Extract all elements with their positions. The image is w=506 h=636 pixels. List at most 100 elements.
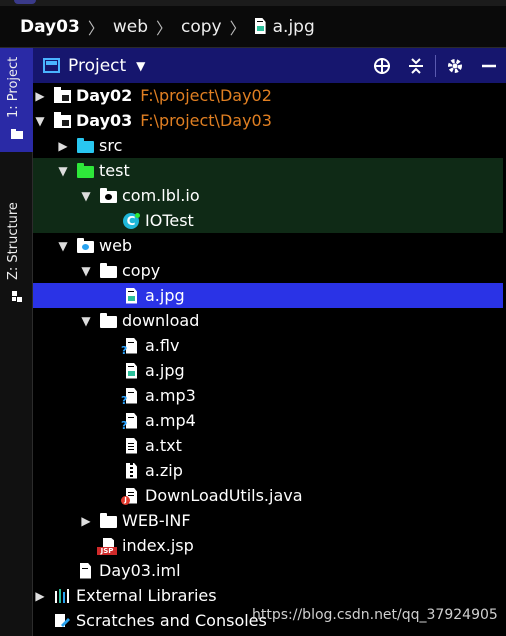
tree-row-download-a-jpg[interactable]: a.jpg (33, 358, 503, 383)
caret-down-icon: ▼ (136, 58, 146, 73)
tree-row-path: F:\project\Day03 (140, 111, 272, 130)
project-toolbar: Project ▼ (33, 48, 506, 83)
scratches-icon (53, 612, 71, 630)
libraries-icon (53, 587, 71, 605)
tree-row-label: DownLoadUtils.java (145, 486, 303, 505)
expand-arrow-icon[interactable]: ▶ (33, 589, 47, 603)
toolbar-divider (435, 54, 436, 77)
chevron-right-icon: 〉 (87, 18, 104, 38)
tree-row-day03[interactable]: ▼ Day03 F:\project\Day03 (33, 108, 503, 133)
tree-row-label: a.jpg (145, 286, 185, 305)
tree-row-web-inf[interactable]: ▶ WEB-INF (33, 508, 503, 533)
collapse-arrow-icon[interactable]: ▼ (56, 239, 70, 253)
folder-icon (99, 262, 117, 280)
tree-row-iotest[interactable]: C IOTest (33, 208, 503, 233)
tree-row-label: IOTest (145, 211, 194, 230)
breadcrumb-item-copy[interactable]: copy (181, 17, 222, 37)
project-folder-icon (53, 86, 71, 105)
chevron-right-icon: 〉 (155, 18, 172, 38)
folder-icon (99, 512, 117, 530)
tree-row-src[interactable]: ▶ src (33, 133, 503, 158)
tab-structure[interactable]: Z: Structure (0, 154, 33, 304)
tree-row-label: src (99, 136, 123, 155)
image-file-icon (122, 287, 140, 305)
unknown-file-icon: ? (121, 337, 140, 356)
tree-row-label: index.jsp (122, 536, 194, 555)
tree-row-label: a.mp4 (145, 411, 196, 430)
tree-row-external-libraries[interactable]: ▶ External Libraries (33, 583, 503, 608)
expand-arrow-icon[interactable]: ▶ (33, 89, 47, 103)
collapse-icon[interactable] (399, 48, 433, 83)
collapse-arrow-icon[interactable]: ▼ (79, 314, 93, 328)
tree-row-label: External Libraries (76, 586, 217, 605)
expand-arrow-icon[interactable]: ▶ (56, 139, 70, 153)
tree-row-day03-iml[interactable]: Day03.iml (33, 558, 503, 583)
tree-row-label: Scratches and Consoles (76, 611, 267, 630)
tree-row-day02[interactable]: ▶ Day02 F:\project\Day02 (33, 83, 503, 108)
web-folder-icon (76, 237, 94, 255)
tree-row-label: Day02 (76, 86, 133, 105)
unknown-file-icon: ? (121, 412, 140, 431)
project-folder-icon (53, 111, 71, 130)
project-view-selector[interactable]: Project ▼ (43, 56, 145, 76)
text-file-icon (122, 437, 140, 455)
tree-row-label: a.zip (145, 461, 183, 480)
tree-row-web[interactable]: ▼ web (33, 233, 503, 258)
class-icon: C (122, 212, 140, 230)
breadcrumb: Day03 〉 web 〉 copy 〉 a.jpg (0, 6, 506, 48)
structure-icon (11, 288, 23, 302)
collapse-arrow-icon[interactable]: ▼ (79, 189, 93, 203)
project-tree: ▶ Day02 F:\project\Day02 ▼ Day03 F:\proj… (33, 83, 506, 636)
breadcrumb-item-web[interactable]: web (113, 17, 148, 37)
image-file-icon (254, 18, 268, 35)
collapse-arrow-icon[interactable]: ▼ (79, 264, 93, 278)
tree-row-label: copy (122, 261, 161, 280)
collapse-arrow-icon[interactable]: ▼ (33, 114, 47, 128)
collapse-arrow-icon[interactable]: ▼ (56, 164, 70, 178)
tab-structure-label: Z: Structure (6, 202, 21, 280)
expand-arrow-icon[interactable]: ▶ (79, 514, 93, 528)
project-window-icon (43, 58, 60, 73)
iml-file-icon (76, 562, 94, 580)
source-folder-icon (76, 137, 94, 155)
tree-row-a-txt[interactable]: a.txt (33, 433, 503, 458)
tree-row-path: F:\project\Day02 (140, 86, 272, 105)
folder-icon (11, 124, 23, 139)
chevron-right-icon: 〉 (229, 18, 246, 38)
tree-row-index-jsp[interactable]: JSP index.jsp (33, 533, 503, 558)
tree-row-label: web (99, 236, 133, 255)
tree-row-label: test (99, 161, 130, 180)
folder-icon (99, 312, 117, 330)
jsp-file-icon: JSP (97, 537, 117, 555)
project-title: Project (68, 55, 127, 76)
tree-row-a-zip[interactable]: a.zip (33, 458, 503, 483)
tree-row-test[interactable]: ▼ test (33, 158, 503, 183)
gear-icon[interactable] (438, 48, 472, 83)
tree-row-downloadutils[interactable]: J DownLoadUtils.java (33, 483, 503, 508)
tree-row-copy[interactable]: ▼ copy (33, 258, 503, 283)
tree-row-label: a.jpg (145, 361, 185, 380)
tree-row-label: a.mp3 (145, 386, 196, 405)
tree-row-package[interactable]: ▼ com.lbl.io (33, 183, 503, 208)
crosshair-icon[interactable] (365, 48, 399, 83)
minimize-icon[interactable] (472, 48, 506, 83)
tree-row-label: com.lbl.io (122, 186, 200, 205)
app-logo-icon (14, 0, 36, 4)
tab-project[interactable]: 1: Project (0, 48, 33, 152)
tool-window-strip: 1: Project Z: Structure (0, 48, 33, 636)
test-folder-icon (76, 162, 94, 180)
breadcrumb-item-a-jpg[interactable]: a.jpg (273, 17, 315, 37)
image-file-icon (122, 362, 140, 380)
tree-row-a-mp4[interactable]: ? a.mp4 (33, 408, 503, 433)
tree-row-copy-a-jpg[interactable]: a.jpg (33, 283, 503, 308)
java-file-icon: J (121, 487, 140, 505)
breadcrumb-item-day03[interactable]: Day03 (20, 17, 80, 37)
tree-row-a-mp3[interactable]: ? a.mp3 (33, 383, 503, 408)
tree-row-label: Day03.iml (99, 561, 181, 580)
tree-row-label: a.flv (145, 336, 180, 355)
tree-row-label: a.txt (145, 436, 182, 455)
tree-row-a-flv[interactable]: ? a.flv (33, 333, 503, 358)
tree-row-download[interactable]: ▼ download (33, 308, 503, 333)
tree-row-label: download (122, 311, 200, 330)
tab-project-label: 1: Project (6, 56, 21, 118)
